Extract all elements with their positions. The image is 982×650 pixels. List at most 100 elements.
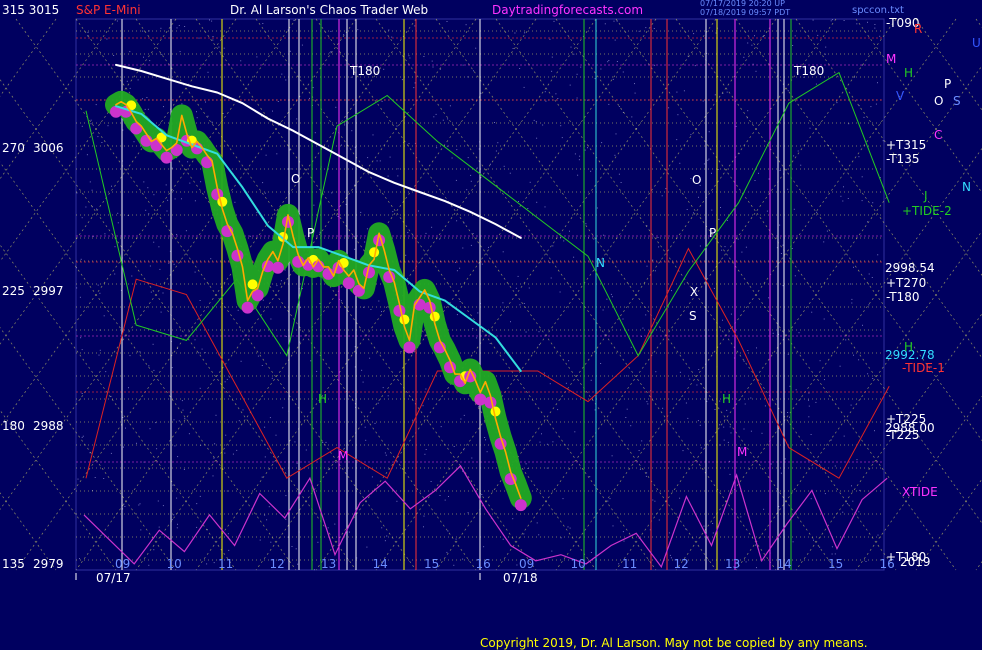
texture-dot bbox=[329, 52, 331, 54]
texture-dot bbox=[331, 192, 333, 194]
chaos-chart: 270 225 180 135 3006 2997 2988 2979 09 10 11 12 13 14… bbox=[0, 0, 982, 650]
texture-dot bbox=[240, 360, 242, 362]
astro-marker-label: +TIDE-2 bbox=[902, 204, 952, 218]
texture-dot bbox=[626, 375, 628, 377]
texture-dot bbox=[578, 159, 580, 161]
texture-dot bbox=[750, 430, 752, 432]
texture-dot bbox=[182, 409, 184, 411]
texture-dot bbox=[654, 270, 656, 272]
texture-dot bbox=[519, 68, 521, 69]
texture-dot bbox=[128, 387, 129, 389]
timestamp-2: 07/18/2019 09:57 PDT bbox=[700, 8, 790, 17]
astro-marker-label: +T225 bbox=[886, 412, 926, 426]
texture-dot bbox=[153, 369, 155, 371]
texture-dot bbox=[792, 541, 794, 543]
texture-dot bbox=[831, 19, 833, 21]
chart-annotation: P bbox=[307, 226, 314, 240]
texture-dot bbox=[657, 237, 659, 238]
texture-dot bbox=[82, 435, 84, 437]
texture-dot bbox=[770, 463, 772, 465]
texture-dot bbox=[543, 372, 545, 374]
texture-dot bbox=[212, 36, 214, 37]
texture-dot bbox=[272, 110, 273, 112]
texture-dot bbox=[389, 156, 391, 158]
texture-dot bbox=[668, 532, 670, 534]
texture-dot bbox=[489, 343, 491, 344]
texture-dot bbox=[330, 30, 332, 32]
texture-dot bbox=[634, 92, 636, 94]
texture-dot bbox=[544, 91, 546, 93]
price-low-dot bbox=[201, 156, 214, 169]
texture-dot bbox=[867, 373, 869, 375]
texture-dot bbox=[212, 475, 214, 477]
texture-dot bbox=[129, 87, 131, 89]
texture-dot bbox=[536, 522, 538, 524]
texture-dot bbox=[218, 46, 220, 48]
texture-dot bbox=[730, 432, 732, 434]
texture-dot bbox=[842, 511, 844, 513]
texture-dot bbox=[462, 558, 464, 560]
texture-dot bbox=[707, 159, 709, 161]
chart-annotation: P bbox=[709, 226, 716, 240]
texture-dot bbox=[488, 246, 489, 248]
texture-dot bbox=[242, 409, 244, 411]
texture-dot bbox=[408, 143, 410, 145]
texture-dot bbox=[721, 249, 723, 251]
texture-dot bbox=[593, 238, 595, 240]
texture-dot bbox=[171, 519, 173, 521]
texture-dot bbox=[718, 218, 720, 220]
texture-dot bbox=[123, 503, 125, 505]
texture-dot bbox=[747, 42, 749, 44]
texture-dot bbox=[630, 346, 632, 348]
texture-dot bbox=[222, 113, 224, 114]
texture-dot bbox=[557, 98, 559, 99]
texture-dot bbox=[423, 526, 424, 528]
texture-dot bbox=[140, 529, 142, 531]
texture-dot bbox=[369, 357, 371, 359]
texture-dot bbox=[147, 187, 149, 189]
texture-dot bbox=[613, 20, 615, 22]
texture-dot bbox=[81, 217, 83, 219]
texture-dot bbox=[363, 306, 365, 308]
texture-dot bbox=[782, 285, 784, 287]
texture-dot bbox=[176, 27, 178, 29]
texture-dot bbox=[626, 408, 628, 410]
texture-dot bbox=[199, 387, 201, 389]
texture-dot bbox=[689, 378, 691, 380]
texture-dot bbox=[87, 31, 89, 33]
texture-dot bbox=[560, 125, 562, 127]
texture-dot bbox=[313, 204, 315, 206]
texture-dot bbox=[98, 354, 100, 356]
texture-dot bbox=[133, 141, 135, 143]
texture-dot bbox=[105, 371, 107, 373]
texture-dot bbox=[877, 82, 878, 84]
planet-letter: C bbox=[934, 128, 942, 142]
texture-dot bbox=[466, 189, 468, 191]
texture-dot bbox=[159, 268, 161, 270]
texture-dot bbox=[196, 526, 198, 528]
price-low-dot bbox=[271, 261, 284, 274]
texture-dot bbox=[744, 403, 746, 405]
texture-dot bbox=[366, 228, 368, 230]
site-link[interactable]: Daytradingforecasts.com bbox=[492, 3, 643, 17]
texture-dot bbox=[456, 220, 458, 222]
chart-annotation: H bbox=[318, 392, 327, 406]
texture-dot bbox=[830, 439, 832, 441]
texture-dot bbox=[174, 445, 176, 447]
texture-dot bbox=[683, 90, 685, 92]
texture-dot bbox=[497, 142, 499, 144]
texture-dot bbox=[125, 427, 126, 429]
texture-dot bbox=[150, 291, 152, 293]
chart-annotation: M bbox=[338, 449, 348, 463]
texture-dot bbox=[830, 20, 832, 22]
texture-dot bbox=[516, 564, 518, 566]
texture-dot bbox=[378, 300, 380, 302]
texture-dot bbox=[861, 176, 863, 178]
texture-dot bbox=[495, 150, 497, 152]
texture-dot bbox=[819, 360, 821, 362]
texture-dot bbox=[576, 97, 578, 99]
texture-dot bbox=[173, 419, 175, 421]
texture-dot bbox=[579, 155, 581, 157]
texture-dot bbox=[565, 382, 567, 384]
texture-dot bbox=[758, 172, 759, 174]
